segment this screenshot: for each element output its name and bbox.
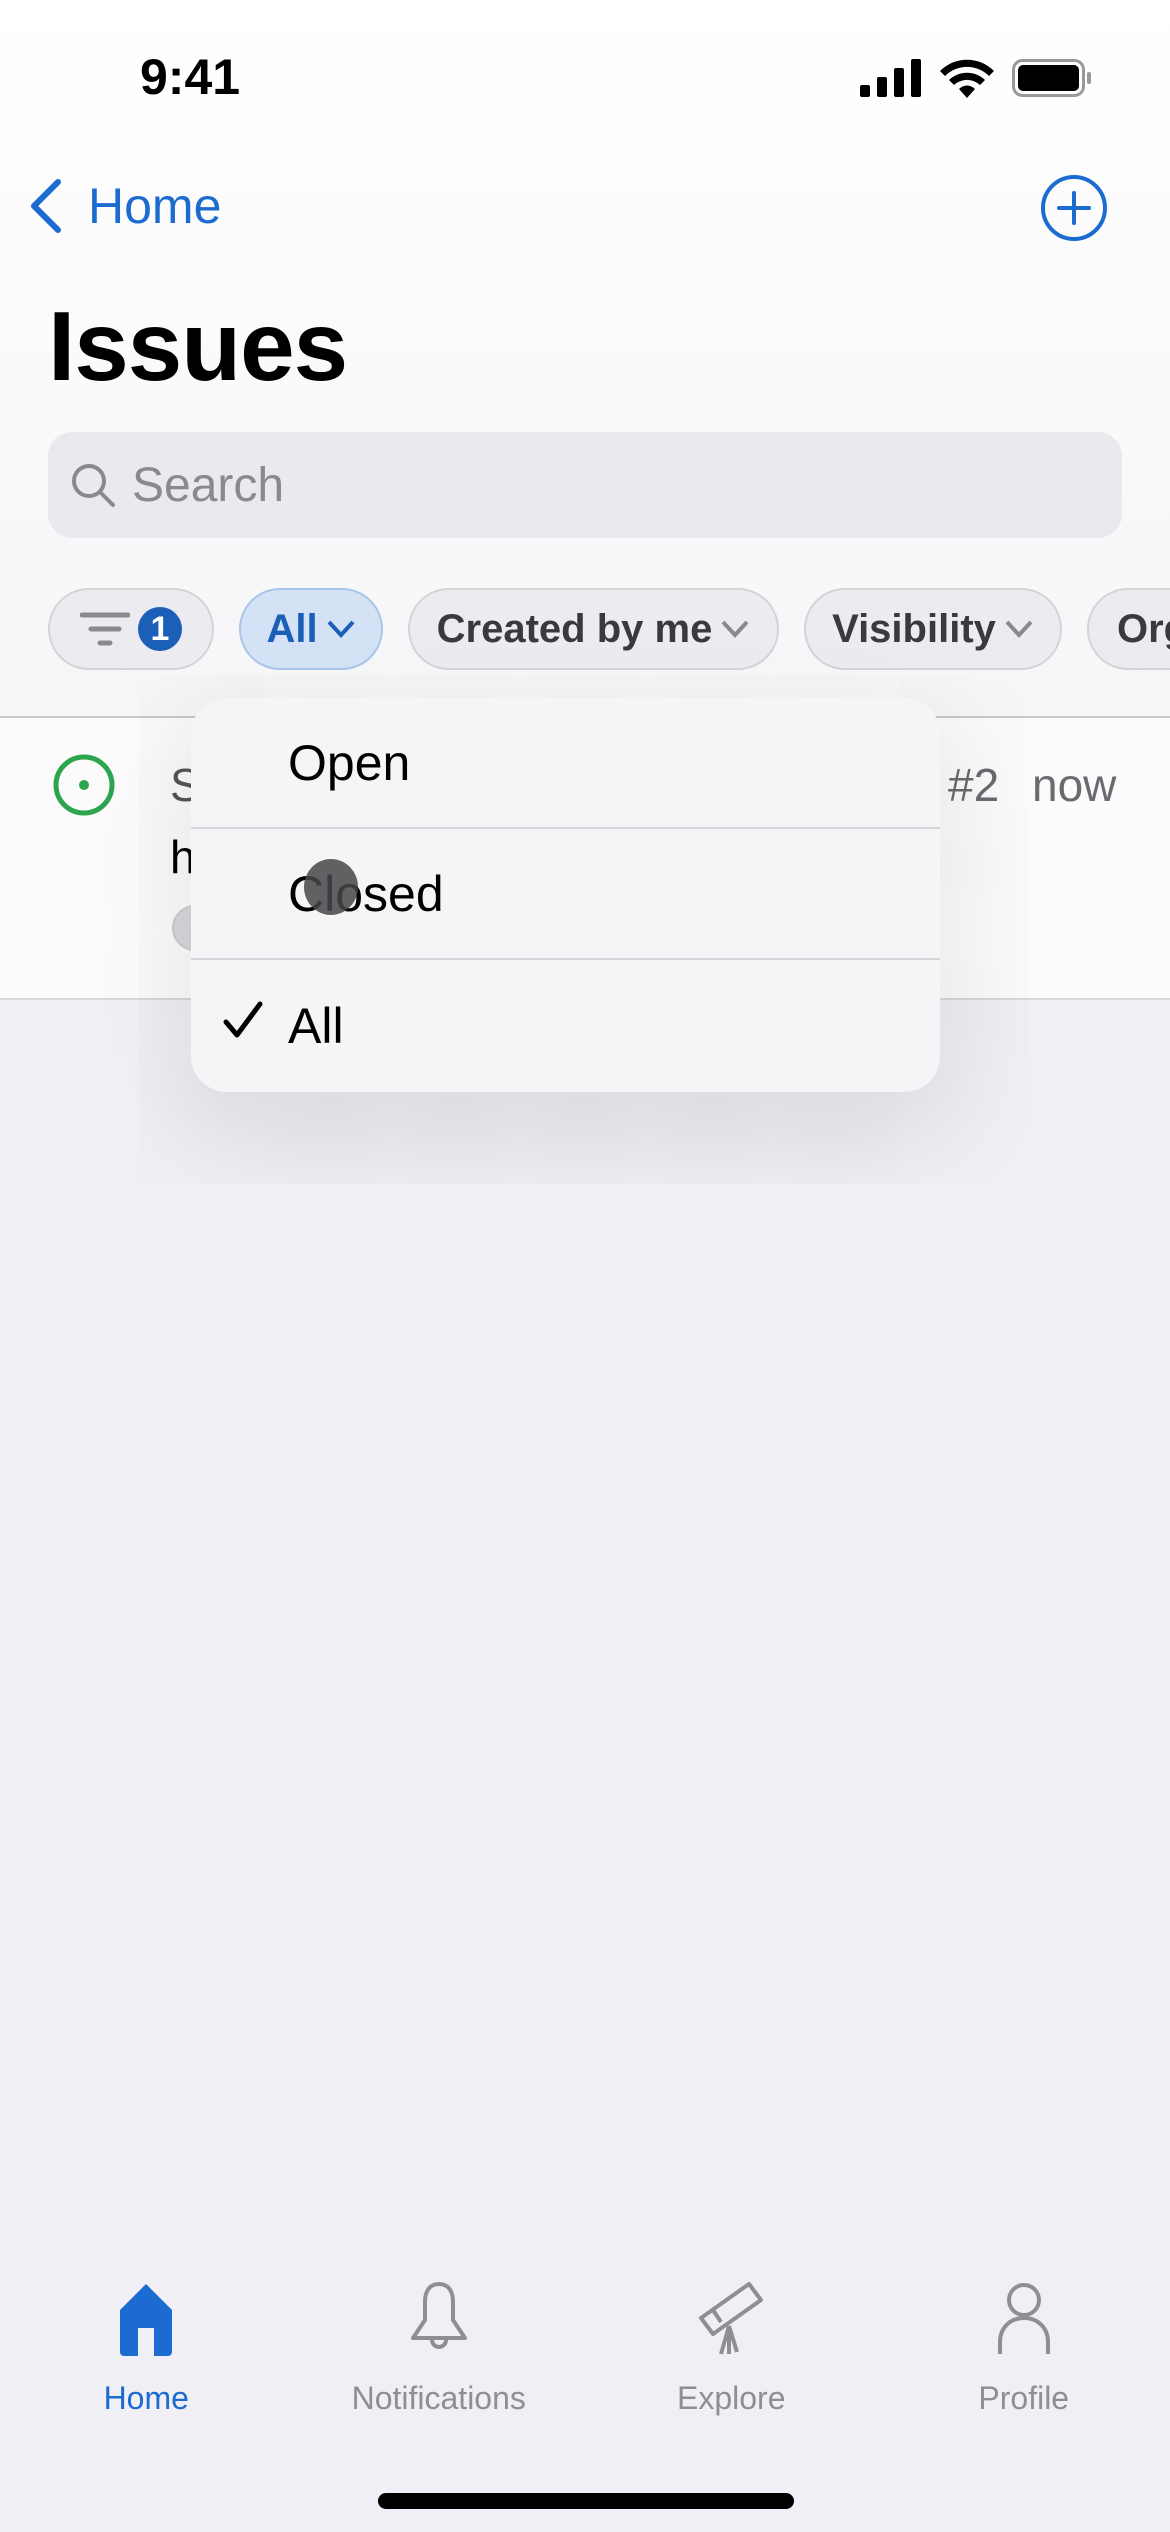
house-fill-icon: [120, 2284, 173, 2356]
menu-item-closed[interactable]: Closed: [191, 829, 940, 960]
menu-item-label: Open: [288, 734, 411, 791]
issue-open-icon: [53, 754, 115, 816]
issue-number: #2: [948, 759, 1000, 811]
back-button[interactable]: Home: [26, 176, 221, 236]
chevron-down-icon: [1005, 620, 1033, 638]
tab-profile[interactable]: Profile: [878, 2280, 1170, 2417]
organization-chip[interactable]: Org: [1087, 588, 1170, 670]
back-label: Home: [88, 178, 222, 234]
filter-chips-scroller[interactable]: 1 All Created by me Visibility Org: [48, 588, 1170, 670]
filter-button[interactable]: 1: [48, 588, 214, 670]
filter-icon: [80, 612, 130, 646]
created-by-me-chip[interactable]: Created by me: [408, 588, 779, 670]
state-filter-chip[interactable]: All: [239, 588, 383, 670]
tab-notifications[interactable]: Notifications: [293, 2280, 586, 2417]
chip-label: Visibility: [832, 606, 996, 651]
wifi-icon: [940, 59, 994, 98]
chip-label: Org: [1117, 606, 1170, 651]
tab-bar: Home Notifications Explore Profile: [0, 2280, 1170, 2417]
bell-icon: [410, 2282, 467, 2349]
checkmark-icon: [223, 1001, 263, 1038]
tab-home[interactable]: Home: [0, 2280, 293, 2417]
issue-time: now: [1032, 759, 1117, 811]
chevron-down-icon: [721, 620, 749, 638]
signal-icon: [860, 59, 921, 97]
status-time: 9:41: [140, 49, 241, 105]
page-title: Issues: [48, 291, 348, 401]
telescope-icon: [699, 2282, 764, 2355]
chip-label: Created by me: [436, 606, 713, 651]
menu-item-all[interactable]: All: [191, 960, 940, 1091]
person-icon: [997, 2283, 1050, 2354]
chip-label: All: [266, 606, 318, 651]
search-input[interactable]: Search: [48, 432, 1122, 538]
chevron-left-icon: [31, 179, 61, 233]
tab-explore[interactable]: Explore: [585, 2280, 878, 2417]
menu-item-open[interactable]: Open: [191, 698, 940, 829]
tab-label: Profile: [978, 2380, 1070, 2416]
status-icons: [860, 58, 1092, 98]
search-placeholder: Search: [132, 458, 285, 512]
search-icon: [72, 464, 115, 507]
tab-label: Notifications: [351, 2380, 526, 2416]
chevron-down-icon: [327, 620, 355, 638]
visibility-chip[interactable]: Visibility: [804, 588, 1062, 670]
tab-label: Explore: [677, 2380, 786, 2416]
menu-item-label: All: [288, 997, 344, 1054]
battery-icon: [1012, 59, 1091, 97]
home-indicator: [378, 2493, 794, 2509]
tab-label: Home: [103, 2380, 189, 2416]
touch-indicator: [304, 859, 358, 915]
filter-count-badge: 1: [138, 607, 182, 651]
state-dropdown-menu: Open Closed All: [191, 698, 940, 1092]
add-issue-button[interactable]: [1040, 174, 1108, 242]
